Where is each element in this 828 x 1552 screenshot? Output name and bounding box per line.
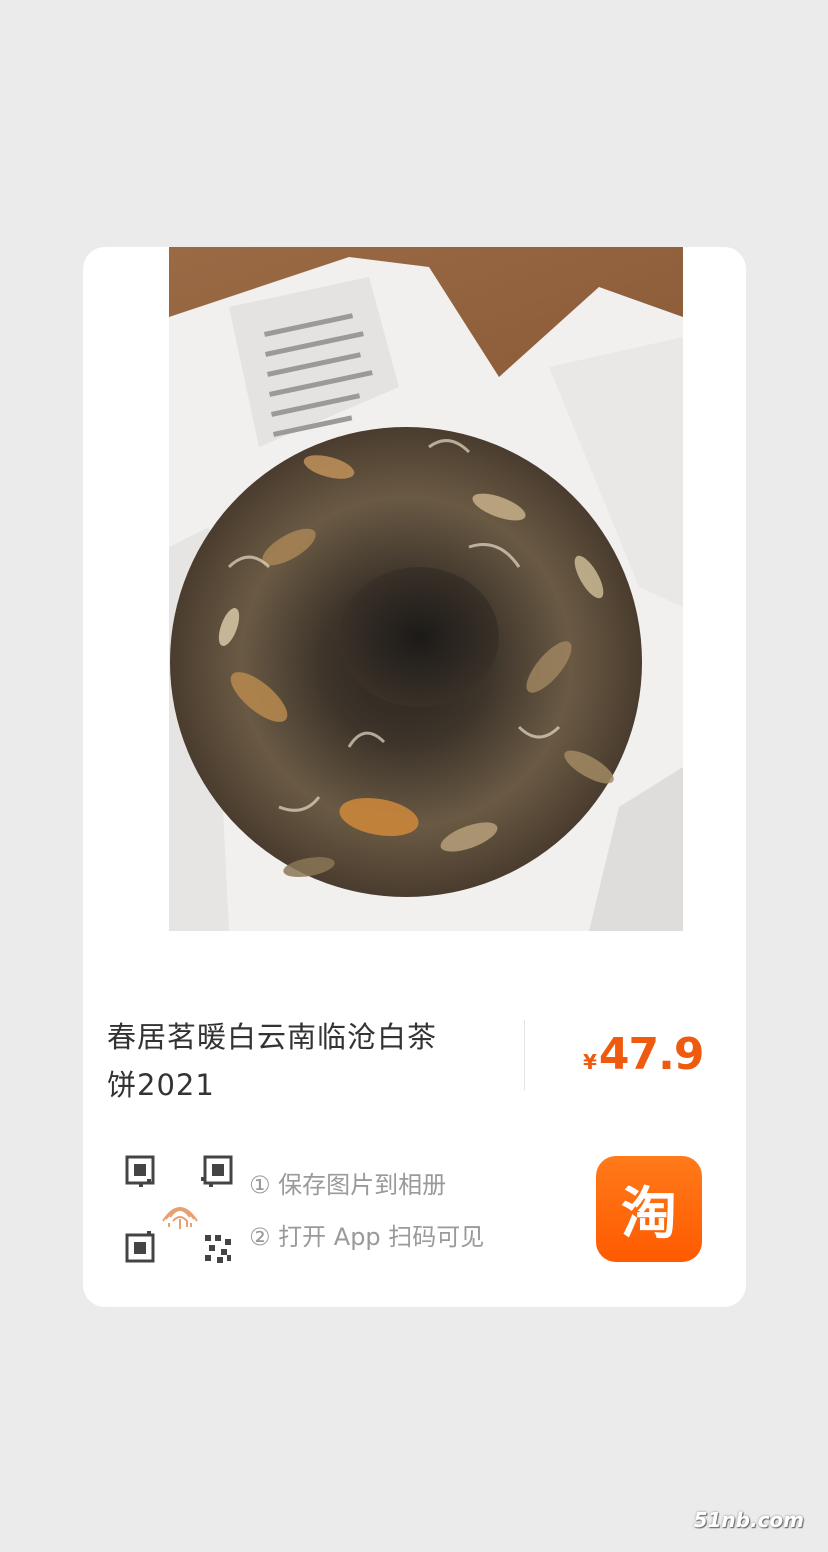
taobao-glyph: 淘 (621, 1181, 677, 1247)
divider (524, 1020, 525, 1090)
step-open-app: ② 打开 App 扫码可见 (249, 1223, 485, 1251)
product-title-line1: 春居茗暖白云南临沧白茶 (107, 1020, 438, 1054)
fingerprint-icon (162, 1207, 198, 1229)
product-photo (169, 247, 683, 931)
scan-instructions: ① 保存图片到相册 ② 打开 App 扫码可见 (249, 1159, 484, 1263)
taobao-app-icon[interactable]: 淘 (596, 1156, 702, 1262)
currency-symbol: ¥ (583, 1050, 597, 1074)
qr-code-icon (125, 1155, 233, 1263)
price-value: 47.9 (598, 1029, 705, 1080)
product-title-line2: 饼2021 (107, 1068, 215, 1102)
price: ¥ 47.9 (583, 1029, 705, 1080)
share-card: 春居茗暖白云南临沧白茶 饼2021 ¥ 47.9 ① 保存图片到相册 ② 打开 … (83, 247, 746, 1307)
product-title: 春居茗暖白云南临沧白茶 饼2021 (107, 1013, 502, 1109)
watermark: 51nb.com (693, 1508, 804, 1532)
tea-cake-image (169, 257, 683, 931)
step-save-image: ① 保存图片到相册 (249, 1171, 447, 1199)
qr-code-hint (125, 1155, 235, 1265)
